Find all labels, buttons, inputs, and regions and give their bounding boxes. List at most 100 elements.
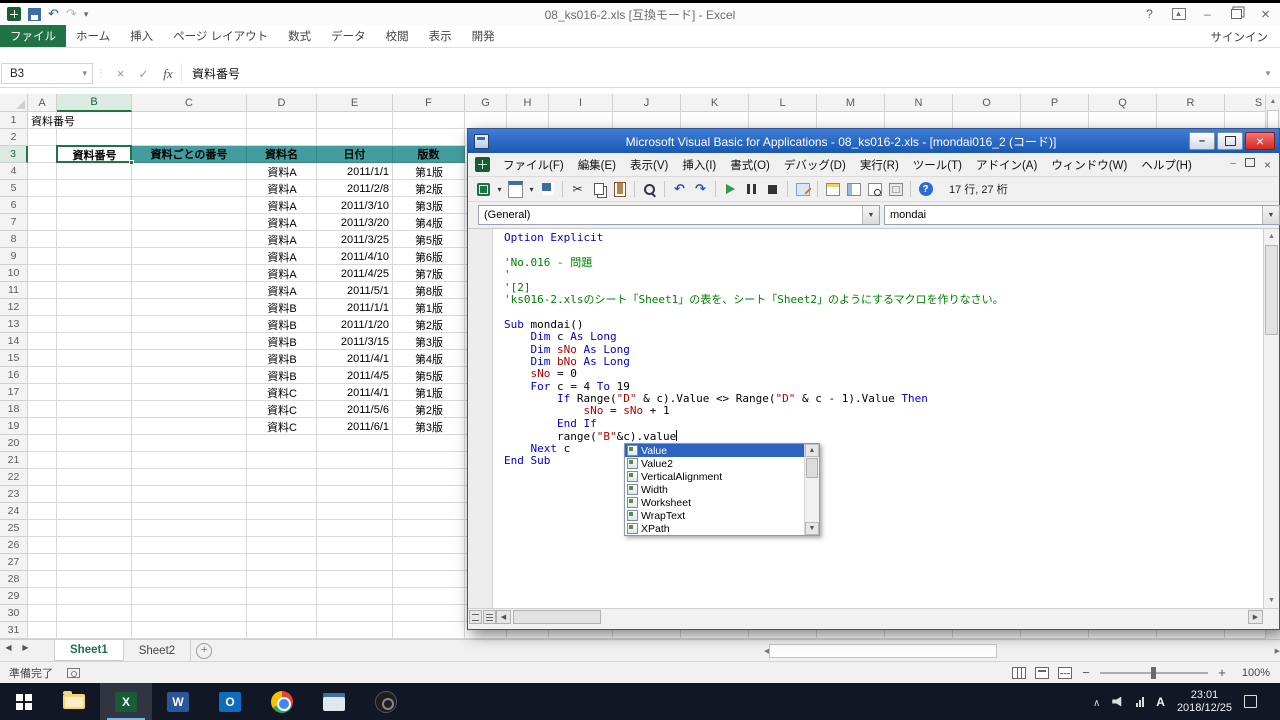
cell-F6[interactable]: 第3版 bbox=[393, 197, 465, 214]
taskbar-app-word[interactable] bbox=[152, 683, 204, 720]
ribbon-tab-formulas[interactable]: 数式 bbox=[278, 25, 321, 47]
reset-icon[interactable] bbox=[763, 181, 782, 198]
code-line[interactable]: Option Explicit bbox=[504, 232, 1263, 244]
row-header-11[interactable]: 11 bbox=[0, 282, 28, 299]
cell-E3[interactable]: 日付 bbox=[317, 146, 393, 163]
child-restore-icon[interactable] bbox=[1245, 158, 1255, 172]
design-mode-icon[interactable] bbox=[793, 181, 812, 198]
cell-E4[interactable]: 2011/1/1 bbox=[317, 163, 393, 180]
row-header-1[interactable]: 1 bbox=[0, 112, 28, 129]
cell-E19[interactable]: 2011/6/1 bbox=[317, 418, 393, 435]
break-icon[interactable] bbox=[742, 181, 761, 198]
cell-E15[interactable]: 2011/4/1 bbox=[317, 350, 393, 367]
row-header-29[interactable]: 29 bbox=[0, 588, 28, 605]
insert-function-icon[interactable]: fx bbox=[155, 63, 181, 84]
cell-F7[interactable]: 第4版 bbox=[393, 214, 465, 231]
column-header-N[interactable]: N bbox=[885, 94, 953, 112]
excel-app-icon[interactable] bbox=[7, 7, 21, 21]
cell-F8[interactable]: 第5版 bbox=[393, 231, 465, 248]
vba-menu-edit[interactable]: 編集(E) bbox=[571, 153, 623, 176]
row-header-31[interactable]: 31 bbox=[0, 622, 28, 639]
code-line[interactable]: Dim bNo As Long bbox=[504, 356, 1263, 368]
column-header-L[interactable]: L bbox=[749, 94, 817, 112]
row-header-3[interactable]: 3 bbox=[0, 146, 28, 163]
scroll-up-icon[interactable] bbox=[1266, 94, 1280, 109]
column-header-K[interactable]: K bbox=[681, 94, 749, 112]
cell-E7[interactable]: 2011/3/20 bbox=[317, 214, 393, 231]
row-header-5[interactable]: 5 bbox=[0, 180, 28, 197]
vba-menu-addins[interactable]: アドイン(A) bbox=[969, 153, 1044, 176]
close-icon[interactable] bbox=[1251, 3, 1280, 25]
sheet-tab-sheet2[interactable]: Sheet2 bbox=[124, 640, 191, 661]
paste-icon[interactable] bbox=[610, 181, 629, 198]
vba-menu-format[interactable]: 書式(O) bbox=[723, 153, 777, 176]
enter-icon[interactable] bbox=[132, 63, 155, 84]
cell-E6[interactable]: 2011/3/10 bbox=[317, 197, 393, 214]
cell-E18[interactable]: 2011/5/6 bbox=[317, 401, 393, 418]
cell-F5[interactable]: 第2版 bbox=[393, 180, 465, 197]
taskbar-app-app7[interactable] bbox=[360, 683, 412, 720]
cell-D6[interactable]: 資料A bbox=[247, 197, 317, 214]
column-header-Q[interactable]: Q bbox=[1089, 94, 1157, 112]
cell-D13[interactable]: 資料B bbox=[247, 316, 317, 333]
ime-mode-indicator[interactable]: A bbox=[1156, 695, 1165, 709]
start-button[interactable] bbox=[0, 683, 48, 720]
ribbon-tab-page-layout[interactable]: ページ レイアウト bbox=[163, 25, 278, 47]
run-icon[interactable] bbox=[721, 181, 740, 198]
help-icon[interactable] bbox=[916, 181, 935, 198]
row-header-9[interactable]: 9 bbox=[0, 248, 28, 265]
row-header-7[interactable]: 7 bbox=[0, 214, 28, 231]
ribbon-tab-developer[interactable]: 開発 bbox=[462, 25, 505, 47]
undo-icon[interactable] bbox=[48, 6, 59, 22]
view-excel-icon[interactable] bbox=[474, 181, 493, 198]
row-header-26[interactable]: 26 bbox=[0, 537, 28, 554]
row-header-21[interactable]: 21 bbox=[0, 452, 28, 469]
sheet-nav-left-icon[interactable] bbox=[0, 640, 17, 655]
cell-D4[interactable]: 資料A bbox=[247, 163, 317, 180]
ribbon-tab-review[interactable]: 校閲 bbox=[376, 25, 419, 47]
code-line[interactable]: ' bbox=[504, 269, 1263, 281]
code-scroll-right-icon[interactable] bbox=[1248, 610, 1263, 624]
intellisense-item[interactable]: WrapText bbox=[625, 509, 804, 522]
procedure-view-icon[interactable] bbox=[483, 610, 496, 624]
cell-F14[interactable]: 第3版 bbox=[393, 333, 465, 350]
row-header-14[interactable]: 14 bbox=[0, 333, 28, 350]
code-line[interactable]: Sub mondai() bbox=[504, 319, 1263, 331]
cell-D7[interactable]: 資料A bbox=[247, 214, 317, 231]
formula-bar-expand-icon[interactable] bbox=[1256, 68, 1280, 79]
cell-A1[interactable]: 資料番号 bbox=[28, 112, 57, 129]
redo-icon[interactable] bbox=[691, 181, 710, 198]
intellisense-item[interactable]: VerticalAlignment bbox=[625, 470, 804, 483]
cell-F11[interactable]: 第8版 bbox=[393, 282, 465, 299]
network-icon[interactable] bbox=[1136, 697, 1144, 707]
sheet-tab-sheet1[interactable]: Sheet1 bbox=[54, 640, 124, 661]
column-header-H[interactable]: H bbox=[507, 94, 549, 112]
procedure-dropdown[interactable]: mondai bbox=[884, 205, 1280, 225]
column-header-A[interactable]: A bbox=[28, 94, 57, 112]
procedure-dropdown-icon[interactable] bbox=[1262, 206, 1279, 224]
help-icon[interactable] bbox=[1135, 3, 1164, 25]
row-header-24[interactable]: 24 bbox=[0, 503, 28, 520]
intellisense-scrollbar[interactable] bbox=[804, 444, 819, 535]
ribbon-display-options-icon[interactable] bbox=[1164, 3, 1193, 25]
column-header-P[interactable]: P bbox=[1021, 94, 1089, 112]
code-margin-bar[interactable] bbox=[468, 229, 493, 608]
find-icon[interactable] bbox=[640, 181, 659, 198]
cell-F9[interactable]: 第6版 bbox=[393, 248, 465, 265]
column-header-I[interactable]: I bbox=[549, 94, 613, 112]
zoom-slider-thumb[interactable] bbox=[1151, 667, 1156, 679]
horizontal-scroll-thumb[interactable] bbox=[769, 644, 997, 658]
cell-F13[interactable]: 第2版 bbox=[393, 316, 465, 333]
intellisense-item[interactable]: Value2 bbox=[625, 457, 804, 470]
row-header-17[interactable]: 17 bbox=[0, 384, 28, 401]
code-line[interactable] bbox=[504, 244, 1263, 256]
cell-D12[interactable]: 資料B bbox=[247, 299, 317, 316]
macro-record-icon[interactable] bbox=[67, 668, 80, 678]
code-text[interactable]: Option Explicit 'No.016 - 問題''[2]'ks016-… bbox=[493, 232, 1263, 608]
zoom-in-icon[interactable]: + bbox=[1217, 665, 1227, 680]
code-line[interactable]: End If bbox=[504, 418, 1263, 430]
cell-E9[interactable]: 2011/4/10 bbox=[317, 248, 393, 265]
intellisense-item[interactable]: Value bbox=[625, 444, 804, 457]
row-header-23[interactable]: 23 bbox=[0, 486, 28, 503]
cell-F19[interactable]: 第3版 bbox=[393, 418, 465, 435]
